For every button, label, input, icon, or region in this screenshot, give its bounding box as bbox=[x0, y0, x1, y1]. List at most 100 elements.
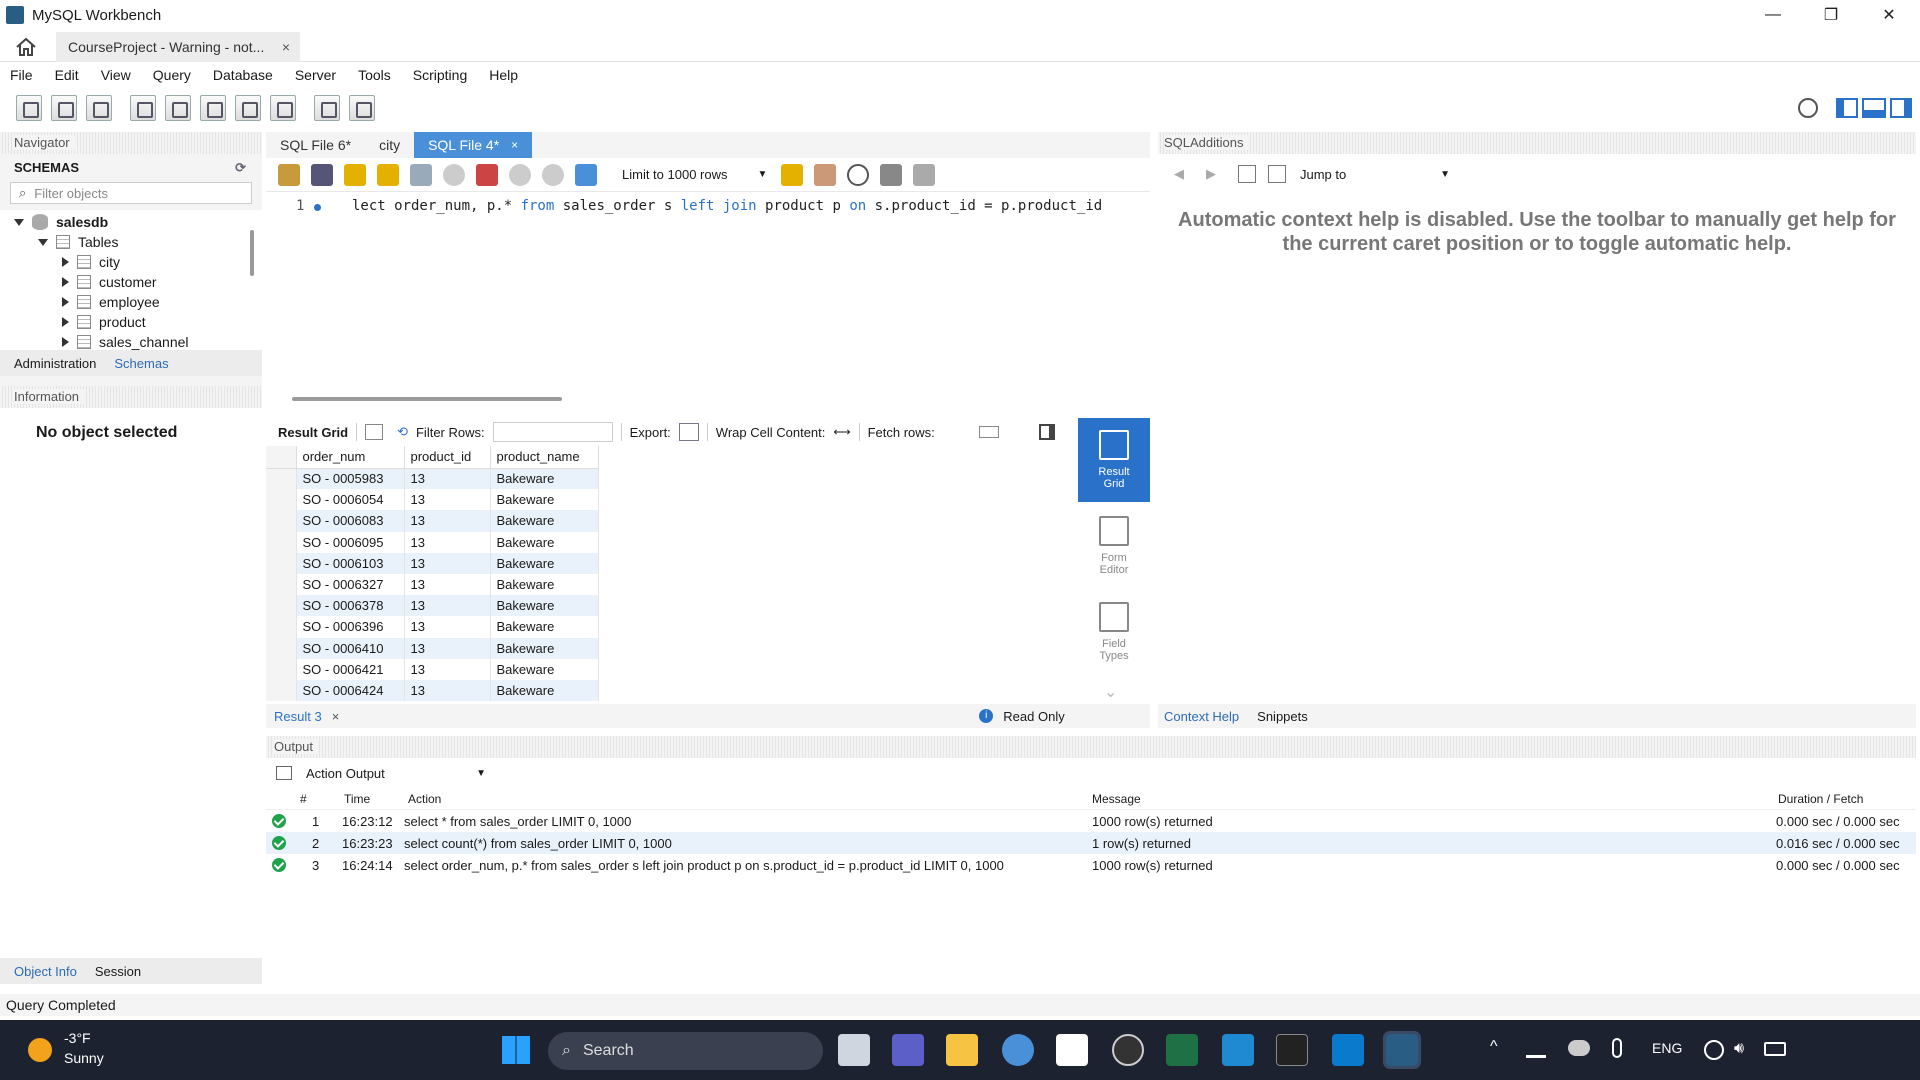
export-icon[interactable] bbox=[678, 423, 699, 441]
table-node-customer[interactable]: customer bbox=[62, 272, 157, 292]
menu-help[interactable]: Help bbox=[489, 67, 518, 83]
menu-query[interactable]: Query bbox=[153, 67, 191, 83]
table-cell[interactable]: Bakeware bbox=[490, 595, 599, 617]
table-row[interactable]: SO - 0006103 13 Bakeware bbox=[266, 552, 599, 574]
table-cell[interactable]: 13 bbox=[404, 679, 491, 702]
inspector-icon[interactable] bbox=[86, 95, 112, 121]
battery-icon[interactable] bbox=[1764, 1042, 1786, 1056]
toggle-error-icon[interactable] bbox=[476, 163, 498, 186]
table-node-product[interactable]: product bbox=[62, 312, 146, 332]
network-icon[interactable] bbox=[1704, 1040, 1724, 1060]
tab-snippets[interactable]: Snippets bbox=[1257, 709, 1308, 724]
open-sql-script-icon[interactable] bbox=[51, 95, 77, 121]
table-row[interactable]: SO - 0006410 13 Bakeware bbox=[266, 637, 599, 659]
photos-icon[interactable] bbox=[1222, 1034, 1254, 1066]
fetch-next-icon[interactable] bbox=[978, 426, 999, 438]
menu-view[interactable]: View bbox=[101, 67, 131, 83]
menu-database[interactable]: Database bbox=[213, 67, 273, 83]
new-sql-tab-icon[interactable] bbox=[16, 95, 42, 121]
explain-icon[interactable] bbox=[410, 163, 432, 186]
output-row[interactable]: 1 16:23:12 select * from sales_order LIMIT… bbox=[266, 810, 1916, 832]
table-cell[interactable]: Bakeware bbox=[490, 637, 599, 659]
create-view-icon[interactable] bbox=[200, 95, 226, 121]
toggle-panel-icon[interactable] bbox=[1038, 424, 1055, 440]
menu-edit[interactable]: Edit bbox=[55, 67, 79, 83]
weather-temp[interactable]: -3°F bbox=[64, 1030, 91, 1046]
table-cell[interactable]: Bakeware bbox=[490, 552, 599, 574]
table-cell[interactable]: SO - 0006410 bbox=[296, 637, 405, 659]
tab-sql-file-6[interactable]: SQL File 6* bbox=[266, 132, 365, 158]
taskbar-search[interactable]: ⌕ Search bbox=[548, 1032, 823, 1070]
chrome-icon[interactable] bbox=[1002, 1034, 1034, 1066]
tab-session[interactable]: Session bbox=[95, 964, 141, 979]
language-indicator[interactable]: ENG bbox=[1652, 1040, 1682, 1056]
manual-help-icon[interactable] bbox=[1238, 165, 1256, 183]
rollback-icon[interactable] bbox=[542, 163, 564, 186]
filter-objects-input[interactable]: ⌕ Filter objects bbox=[10, 182, 252, 204]
restore-button[interactable]: ❐ bbox=[1802, 0, 1860, 30]
row-gutter[interactable] bbox=[266, 552, 297, 574]
table-cell[interactable]: Bakeware bbox=[490, 510, 599, 532]
result-grid-button[interactable]: Result Grid bbox=[1078, 418, 1150, 502]
table-cell[interactable]: SO - 0006421 bbox=[296, 658, 405, 680]
table-cell[interactable]: SO - 0006396 bbox=[296, 616, 405, 638]
tab-administration[interactable]: Administration bbox=[14, 356, 96, 371]
wrap-cell-icon[interactable]: ⟷ bbox=[833, 425, 850, 439]
connection-tab[interactable]: CourseProject - Warning - not... × bbox=[56, 32, 300, 62]
column-header[interactable]: product_id bbox=[404, 446, 491, 469]
home-tab[interactable] bbox=[10, 34, 42, 60]
table-cell[interactable]: SO - 0006378 bbox=[296, 595, 405, 617]
beautify-icon[interactable] bbox=[814, 163, 837, 186]
teams-icon[interactable] bbox=[892, 1034, 924, 1066]
autocommit-icon[interactable] bbox=[575, 163, 597, 186]
close-window-button[interactable]: ✕ bbox=[1860, 0, 1918, 30]
task-view-icon[interactable] bbox=[838, 1034, 870, 1066]
form-editor-button[interactable]: Form Editor bbox=[1078, 504, 1150, 588]
editor-horizontal-scrollbar[interactable] bbox=[292, 397, 562, 401]
create-function-icon[interactable] bbox=[270, 95, 296, 121]
excel-icon[interactable] bbox=[1166, 1034, 1198, 1066]
table-cell[interactable]: Bakeware bbox=[490, 468, 599, 490]
table-row[interactable]: SO - 0006095 13 Bakeware bbox=[266, 531, 599, 553]
settings-icon[interactable] bbox=[1798, 98, 1818, 118]
obs-icon[interactable] bbox=[1112, 1034, 1144, 1066]
table-cell[interactable]: 13 bbox=[404, 595, 491, 617]
table-node-employee[interactable]: employee bbox=[62, 292, 160, 312]
menu-server[interactable]: Server bbox=[295, 67, 336, 83]
table-cell[interactable]: 13 bbox=[404, 658, 491, 680]
execute-current-icon[interactable] bbox=[377, 163, 399, 186]
volume-icon[interactable]: 🔊︎ bbox=[1734, 1040, 1744, 1058]
row-gutter[interactable] bbox=[266, 616, 297, 638]
add-snippet-icon[interactable] bbox=[781, 163, 804, 186]
table-cell[interactable]: SO - 0005983 bbox=[296, 468, 405, 490]
forward-icon[interactable]: ▶ bbox=[1206, 166, 1216, 182]
tab-context-help[interactable]: Context Help bbox=[1164, 709, 1239, 724]
row-gutter[interactable] bbox=[266, 573, 297, 596]
sql-editor[interactable]: 1 lect order_num, p.* from sales_order s… bbox=[266, 192, 1150, 397]
open-folder-icon[interactable] bbox=[278, 163, 300, 186]
back-icon[interactable]: ◀ bbox=[1174, 166, 1184, 182]
file-explorer-icon[interactable] bbox=[946, 1034, 978, 1066]
reconnect-icon[interactable] bbox=[349, 95, 375, 121]
table-node-sales-channel[interactable]: sales_channel bbox=[62, 332, 189, 352]
sql-code-line[interactable]: lect order_num, p.* from sales_order s l… bbox=[352, 198, 1102, 214]
menu-scripting[interactable]: Scripting bbox=[413, 67, 467, 83]
table-cell[interactable]: 13 bbox=[404, 468, 491, 490]
cloud-icon[interactable] bbox=[1568, 1040, 1590, 1056]
table-row[interactable]: SO - 0006424 13 Bakeware bbox=[266, 679, 599, 702]
table-cell[interactable]: Bakeware bbox=[490, 616, 599, 638]
toggle-output-icon[interactable] bbox=[1862, 98, 1886, 118]
table-cell[interactable]: SO - 0006095 bbox=[296, 531, 405, 553]
output-row[interactable]: 2 16:23:23 select count(*) from sales_orde… bbox=[266, 832, 1916, 854]
close-connection-tab-icon[interactable]: × bbox=[282, 39, 290, 55]
toggle-sidebar-icon[interactable] bbox=[1836, 98, 1858, 118]
tables-node[interactable]: Tables bbox=[38, 232, 118, 252]
table-cell[interactable]: 13 bbox=[404, 531, 491, 553]
table-cell[interactable]: Bakeware bbox=[490, 679, 599, 702]
table-row[interactable]: SO - 0006421 13 Bakeware bbox=[266, 658, 599, 680]
refresh-icon[interactable]: ⟳ bbox=[235, 154, 246, 182]
refresh-results-icon[interactable]: ⟲ bbox=[397, 424, 408, 440]
search-table-data-icon[interactable] bbox=[314, 95, 340, 121]
vscode-icon[interactable] bbox=[1332, 1034, 1364, 1066]
row-gutter[interactable] bbox=[266, 531, 297, 553]
